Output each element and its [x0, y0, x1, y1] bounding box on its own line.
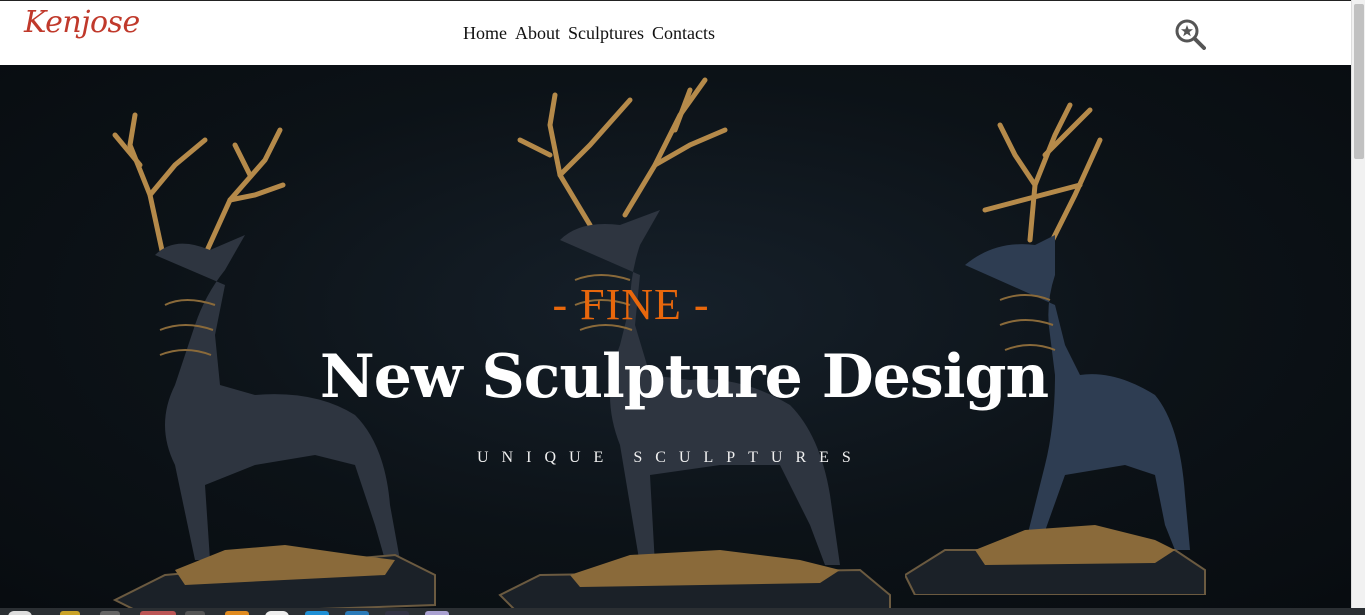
taskbar-icon[interactable]: [185, 611, 205, 615]
os-taskbar: [0, 608, 1365, 615]
scrollbar-thumb[interactable]: [1354, 4, 1364, 159]
nav-about[interactable]: About: [515, 23, 560, 44]
hero-headline: New Sculpture Design: [319, 342, 1049, 412]
taskbar-icon[interactable]: [140, 611, 176, 615]
hero-tagline: UNIQUE SCULPTURES: [477, 449, 864, 466]
nav-sculptures[interactable]: Sculptures: [568, 23, 644, 44]
taskbar-icon[interactable]: [385, 611, 409, 615]
site-header: Kenjose Home About Sculptures Contacts: [0, 0, 1351, 65]
search-icon[interactable]: [1174, 18, 1206, 50]
nav-home[interactable]: Home: [463, 23, 507, 44]
nav-contacts[interactable]: Contacts: [652, 23, 715, 44]
taskbar-icon[interactable]: [345, 611, 369, 615]
taskbar-icon[interactable]: [8, 611, 32, 615]
taskbar-icon[interactable]: [425, 611, 449, 615]
taskbar-icon[interactable]: [305, 611, 329, 615]
taskbar-icon[interactable]: [265, 611, 289, 615]
taskbar-icon[interactable]: [225, 611, 249, 615]
page-scrollbar[interactable]: [1351, 0, 1365, 615]
hero-eyebrow: - FINE -: [552, 280, 710, 329]
site-logo[interactable]: Kenjose: [24, 5, 140, 40]
taskbar-icon[interactable]: [100, 611, 120, 615]
hero-banner: - FINE - New Sculpture Design UNIQUE SCU…: [0, 65, 1351, 608]
taskbar-icon[interactable]: [60, 611, 80, 615]
main-nav: Home About Sculptures Contacts: [463, 23, 715, 44]
